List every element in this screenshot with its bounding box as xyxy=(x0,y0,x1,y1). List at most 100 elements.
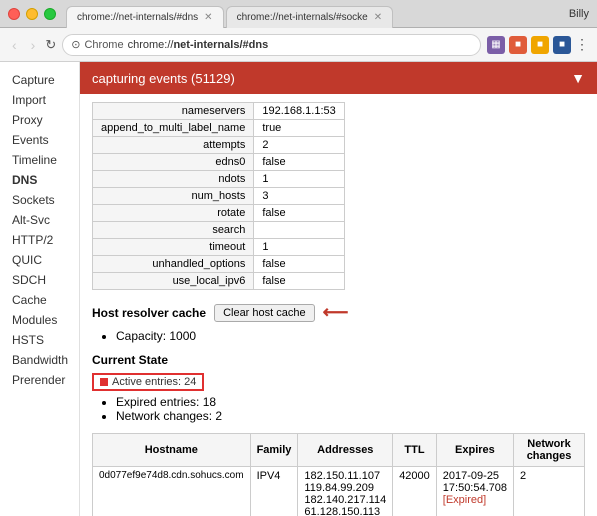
cell-addresses-1: 182.150.11.107 119.84.99.209 182.140.217… xyxy=(298,467,393,516)
host-resolver-section: Host resolver cache Clear host cache ⟵ xyxy=(92,302,585,323)
capture-header: capturing events (51129) ▼ xyxy=(80,62,597,94)
table-row: edns0false xyxy=(93,154,345,171)
active-entries-badge: Active entries: 24 xyxy=(92,373,585,391)
back-button[interactable]: ‹ xyxy=(8,35,21,55)
val-timeout: 1 xyxy=(254,239,344,256)
traffic-lights xyxy=(8,8,56,20)
key-attempts: attempts xyxy=(93,137,254,154)
extension-icon-4[interactable]: ■ xyxy=(553,36,571,54)
table-row: append_to_multi_label_nametrue xyxy=(93,120,345,137)
val-num-hosts: 3 xyxy=(254,188,344,205)
table-row: attempts2 xyxy=(93,137,345,154)
forward-button[interactable]: › xyxy=(27,35,40,55)
val-local-ipv6: false xyxy=(254,273,344,290)
cell-hostname-1: 0d077ef9e74d8.cdn.sohucs.com xyxy=(93,467,251,516)
address-bar: ‹ › ↻ ⊙ Chrome chrome://net-internals/#d… xyxy=(0,28,597,62)
key-timeout: timeout xyxy=(93,239,254,256)
tab-sockets[interactable]: chrome://net-internals/#socke ✕ xyxy=(226,6,394,28)
host-resolver-title: Host resolver cache xyxy=(92,306,206,320)
menu-button[interactable]: ⋮ xyxy=(575,36,589,53)
cell-ttl-1: 42000 xyxy=(393,467,437,516)
url-bold: net-internals/#dns xyxy=(173,39,268,51)
val-search xyxy=(254,222,344,239)
col-ttl: TTL xyxy=(393,434,437,467)
sidebar-item-prerender[interactable]: Prerender xyxy=(0,370,79,390)
extension-icon-1[interactable]: ▦ xyxy=(487,36,505,54)
table-row: rotatefalse xyxy=(93,205,345,222)
sidebar-item-dns[interactable]: DNS xyxy=(0,170,79,190)
col-family: Family xyxy=(250,434,298,467)
key-local-ipv6: use_local_ipv6 xyxy=(93,273,254,290)
protocol-label: Chrome xyxy=(84,39,123,51)
key-num-hosts: num_hosts xyxy=(93,188,254,205)
key-nameservers: nameservers xyxy=(93,103,254,120)
active-entries-label: Active entries: 24 xyxy=(112,376,196,388)
val-edns0: false xyxy=(254,154,344,171)
sidebar-item-hsts[interactable]: HSTS xyxy=(0,330,79,350)
tab-dns-label: chrome://net-internals/#dns xyxy=(77,12,198,23)
val-nameservers: 192.168.1.1:53 xyxy=(254,103,344,120)
sidebar-item-quic[interactable]: QUIC xyxy=(0,250,79,270)
cell-netchanges-1: 2 xyxy=(514,467,585,516)
tab-dns[interactable]: chrome://net-internals/#dns ✕ xyxy=(66,6,224,28)
sidebar-item-cache[interactable]: Cache xyxy=(0,290,79,310)
sidebar-item-capture[interactable]: Capture xyxy=(0,70,79,90)
val-unhandled: false xyxy=(254,256,344,273)
table-row: unhandled_optionsfalse xyxy=(93,256,345,273)
table-row: nameservers192.168.1.1:53 xyxy=(93,103,345,120)
sidebar-item-sdch[interactable]: SDCH xyxy=(0,270,79,290)
tab-dns-close[interactable]: ✕ xyxy=(204,12,212,23)
sidebar-item-alt-svc[interactable]: Alt-Svc xyxy=(0,210,79,230)
sidebar-item-import[interactable]: Import xyxy=(0,90,79,110)
reload-button[interactable]: ↻ xyxy=(45,37,56,53)
val-attempts: 2 xyxy=(254,137,344,154)
content-body: nameservers192.168.1.1:53 append_to_mult… xyxy=(80,94,597,516)
key-unhandled: unhandled_options xyxy=(93,256,254,273)
content-area: capturing events (51129) ▼ nameservers19… xyxy=(80,62,597,516)
sidebar-item-timeline[interactable]: Timeline xyxy=(0,150,79,170)
sidebar-item-http2[interactable]: HTTP/2 xyxy=(0,230,79,250)
sidebar-item-sockets[interactable]: Sockets xyxy=(0,190,79,210)
clear-host-cache-button[interactable]: Clear host cache xyxy=(214,304,315,322)
sidebar: Capture Import Proxy Events Timeline DNS… xyxy=(0,62,80,516)
main-layout: Capture Import Proxy Events Timeline DNS… xyxy=(0,62,597,516)
cell-expires-1: 2017-09-2517:50:54.708[Expired] xyxy=(436,467,513,516)
maximize-button[interactable] xyxy=(44,8,56,20)
header-arrow-icon: ▼ xyxy=(571,70,585,86)
active-badge: Active entries: 24 xyxy=(92,373,204,391)
state-items-list: Expired entries: 18 Network changes: 2 xyxy=(92,395,585,423)
val-rotate: false xyxy=(254,205,344,222)
sidebar-item-proxy[interactable]: Proxy xyxy=(0,110,79,130)
host-resolver-info: Capacity: 1000 xyxy=(92,329,585,343)
sidebar-item-bandwidth[interactable]: Bandwidth xyxy=(0,350,79,370)
extension-icon-2[interactable]: ■ xyxy=(509,36,527,54)
user-name: Billy xyxy=(569,8,589,20)
minimize-button[interactable] xyxy=(26,8,38,20)
sidebar-item-modules[interactable]: Modules xyxy=(0,310,79,330)
key-ndots: ndots xyxy=(93,171,254,188)
key-edns0: edns0 xyxy=(93,154,254,171)
key-append: append_to_multi_label_name xyxy=(93,120,254,137)
extension-icon-3[interactable]: ■ xyxy=(531,36,549,54)
sidebar-item-events[interactable]: Events xyxy=(0,130,79,150)
expired-label: [Expired] xyxy=(443,494,486,506)
network-changes-item: Network changes: 2 xyxy=(116,409,585,423)
table-row: num_hosts3 xyxy=(93,188,345,205)
key-search: search xyxy=(93,222,254,239)
expired-entries-item: Expired entries: 18 xyxy=(116,395,585,409)
protocol-icon: ⊙ xyxy=(71,38,80,51)
col-addresses: Addresses xyxy=(298,434,393,467)
address-icons: ▦ ■ ■ ■ ⋮ xyxy=(487,36,589,54)
url-display: chrome://net-internals/#dns xyxy=(128,39,269,51)
capture-title: capturing events (51129) xyxy=(92,71,235,86)
table-row: ndots1 xyxy=(93,171,345,188)
tab-sockets-close[interactable]: ✕ xyxy=(374,12,382,23)
active-dot-icon xyxy=(100,378,108,386)
col-hostname: Hostname xyxy=(93,434,251,467)
tab-sockets-label: chrome://net-internals/#socke xyxy=(237,12,368,23)
close-button[interactable] xyxy=(8,8,20,20)
tabs-area: chrome://net-internals/#dns ✕ chrome://n… xyxy=(66,0,569,28)
table-row: 0d077ef9e74d8.cdn.sohucs.com IPV4 182.15… xyxy=(93,467,585,516)
col-network-changes: Network changes xyxy=(514,434,585,467)
url-bar[interactable]: ⊙ Chrome chrome://net-internals/#dns xyxy=(62,34,481,56)
